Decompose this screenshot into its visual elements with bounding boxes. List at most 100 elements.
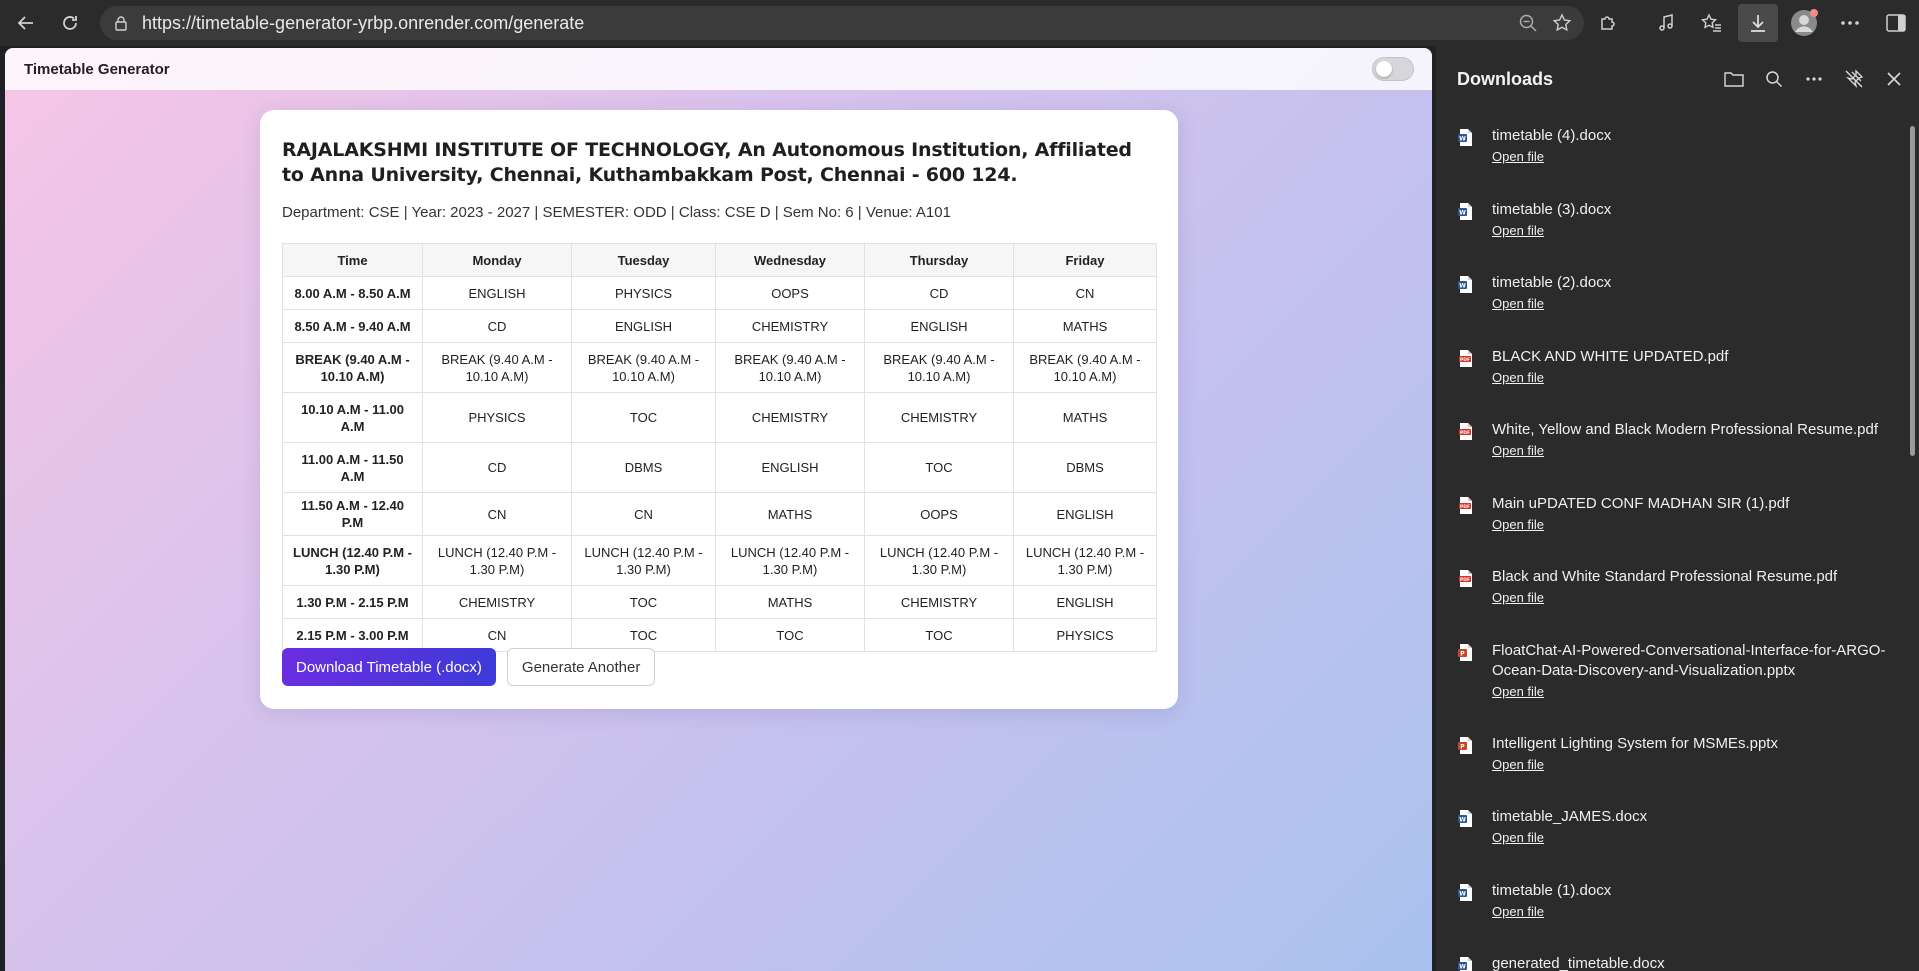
- table-cell: MATHS: [1013, 309, 1157, 343]
- close-downloads-button[interactable]: [1877, 62, 1911, 96]
- app-header: Timetable Generator: [5, 48, 1432, 90]
- download-file-name[interactable]: generated_timetable.docx: [1492, 954, 1906, 971]
- svg-text:PDF: PDF: [1460, 577, 1470, 583]
- download-icon: [1751, 15, 1765, 32]
- generate-another-button[interactable]: Generate Another: [506, 648, 656, 686]
- institution-title: RAJALAKSHMI INSTITUTE OF TECHNOLOGY, An …: [282, 139, 1132, 186]
- pdf-file-icon: PDF: [1459, 349, 1472, 367]
- open-file-link[interactable]: Open file: [1492, 590, 1544, 605]
- powerpoint-file-icon: P: [1458, 736, 1472, 754]
- zoom-out-icon[interactable]: [1518, 13, 1538, 33]
- time-cell: 11.00 A.M - 11.50 A.M: [282, 442, 423, 493]
- download-item[interactable]: Wgenerated_timetable.docxOpen file: [1436, 940, 1906, 971]
- table-cell: CN: [571, 492, 716, 536]
- downloads-more-button[interactable]: [1797, 62, 1831, 96]
- table-cell: ENGLISH: [422, 276, 572, 310]
- scrollbar-thumb[interactable]: [1910, 126, 1915, 456]
- table-cell: PHYSICS: [1013, 618, 1157, 652]
- table-row: 8.50 A.M - 9.40 A.M CD ENGLISH CHEMISTRY…: [282, 309, 1157, 343]
- download-file-name[interactable]: BLACK AND WHITE UPDATED.pdf: [1492, 347, 1906, 367]
- svg-text:W: W: [1459, 817, 1466, 824]
- search-downloads-button[interactable]: [1757, 62, 1791, 96]
- open-file-link[interactable]: Open file: [1492, 443, 1544, 458]
- download-item[interactable]: Wtimetable (4).docx Open file: [1436, 112, 1906, 186]
- open-file-link[interactable]: Open file: [1492, 757, 1544, 772]
- download-item[interactable]: PDF White, Yellow and Black Modern Profes…: [1436, 406, 1906, 480]
- time-cell: 2.15 P.M - 3.00 P.M: [282, 618, 423, 652]
- open-file-link[interactable]: Open file: [1492, 517, 1544, 532]
- address-bar[interactable]: https://timetable-generator-yrbp.onrende…: [100, 6, 1584, 40]
- svg-text:P: P: [1460, 743, 1465, 750]
- downloads-button[interactable]: [1738, 4, 1778, 42]
- favorite-star-icon[interactable]: [1552, 13, 1572, 33]
- favorites-button[interactable]: [1689, 0, 1735, 46]
- open-folder-button[interactable]: [1717, 62, 1751, 96]
- downloads-panel: Downloads Wtimetable (4).docx Open file Wt…: [1436, 46, 1919, 971]
- svg-text:W: W: [1459, 964, 1466, 971]
- open-file-link[interactable]: Open file: [1492, 149, 1544, 164]
- download-timetable-button[interactable]: Download Timetable (.docx): [282, 648, 496, 686]
- more-options-button[interactable]: [1827, 0, 1873, 46]
- download-item[interactable]: Wtimetable (3).docx Open file: [1436, 186, 1906, 260]
- open-file-link[interactable]: Open file: [1492, 370, 1544, 385]
- time-cell: LUNCH (12.40 P.M - 1.30 P.M): [282, 535, 423, 586]
- reload-button[interactable]: [48, 4, 92, 42]
- downloads-scrollbar[interactable]: [1909, 118, 1916, 918]
- download-item[interactable]: Wtimetable (1).docx Open file: [1436, 867, 1906, 941]
- back-button[interactable]: [4, 4, 48, 42]
- ellipsis-icon: [1806, 77, 1822, 81]
- table-header-row: Time Monday Tuesday Wednesday Thursday F…: [282, 243, 1157, 277]
- table-cell: ENGLISH: [1013, 492, 1157, 536]
- download-file-name[interactable]: Black and White Standard Professional Re…: [1492, 567, 1906, 587]
- download-item[interactable]: P FloatChat-AI-Powered-Conversational-Int…: [1436, 627, 1906, 720]
- download-item[interactable]: PDF Black and White Standard Professional…: [1436, 553, 1906, 627]
- table-row: BREAK (9.40 A.M - 10.10 A.M) BREAK (9.40…: [282, 342, 1157, 393]
- media-button[interactable]: [1643, 0, 1689, 46]
- download-file-name[interactable]: timetable_JAMES.docx: [1492, 807, 1906, 827]
- lock-icon: [115, 16, 127, 31]
- download-file-name[interactable]: Intelligent Lighting System for MSMEs.pp…: [1492, 734, 1906, 754]
- download-file-name[interactable]: timetable (4).docx: [1492, 126, 1906, 146]
- theme-toggle[interactable]: [1372, 57, 1414, 81]
- word-file-icon: W: [1458, 276, 1472, 293]
- sidebar-toggle-button[interactable]: [1873, 0, 1919, 46]
- open-file-link[interactable]: Open file: [1492, 830, 1544, 845]
- svg-text:P: P: [1460, 650, 1465, 657]
- table-row: 8.00 A.M - 8.50 A.M ENGLISH PHYSICS OOPS…: [282, 276, 1157, 310]
- table-row: 1.30 P.M - 2.15 P.M CHEMISTRY TOC MATHS …: [282, 585, 1157, 619]
- table-cell: ENGLISH: [1013, 585, 1157, 619]
- download-file-name[interactable]: White, Yellow and Black Modern Professio…: [1492, 420, 1906, 440]
- table-row: LUNCH (12.40 P.M - 1.30 P.M) LUNCH (12.4…: [282, 535, 1157, 586]
- time-cell: 1.30 P.M - 2.15 P.M: [282, 585, 423, 619]
- profile-button[interactable]: [1781, 0, 1827, 46]
- table-cell: BREAK (9.40 A.M - 10.10 A.M): [1013, 342, 1157, 393]
- table-cell: ENGLISH: [571, 309, 716, 343]
- open-file-link[interactable]: Open file: [1492, 684, 1544, 699]
- table-cell: OOPS: [864, 492, 1014, 536]
- open-file-link[interactable]: Open file: [1492, 296, 1544, 311]
- download-file-name[interactable]: FloatChat-AI-Powered-Conversational-Inte…: [1492, 641, 1906, 681]
- download-item[interactable]: PDF Main uPDATED CONF MADHAN SIR (1).pdf O…: [1436, 480, 1906, 554]
- table-cell: OOPS: [715, 276, 865, 310]
- svg-text:PDF: PDF: [1460, 356, 1470, 362]
- open-file-link[interactable]: Open file: [1492, 904, 1544, 919]
- table-cell: TOC: [571, 585, 716, 619]
- download-item[interactable]: P Intelligent Lighting System for MSMEs.p…: [1436, 720, 1906, 794]
- downloads-header: Downloads: [1436, 46, 1919, 112]
- extensions-button[interactable]: [1585, 0, 1631, 46]
- download-item[interactable]: Wtimetable_JAMES.docx Open file: [1436, 793, 1906, 867]
- url-text[interactable]: https://timetable-generator-yrbp.onrende…: [142, 13, 584, 34]
- close-icon: [1887, 72, 1901, 86]
- download-file-name[interactable]: timetable (2).docx: [1492, 273, 1906, 293]
- favorites-list-icon: [1701, 13, 1721, 32]
- table-cell: BREAK (9.40 A.M - 10.10 A.M): [422, 342, 572, 393]
- open-file-link[interactable]: Open file: [1492, 223, 1544, 238]
- download-file-name[interactable]: timetable (3).docx: [1492, 200, 1906, 220]
- download-file-name[interactable]: timetable (1).docx: [1492, 881, 1906, 901]
- table-cell: CHEMISTRY: [715, 309, 865, 343]
- download-item[interactable]: Wtimetable (2).docx Open file: [1436, 259, 1906, 333]
- pdf-file-icon: PDF: [1459, 570, 1472, 587]
- unpin-button[interactable]: [1837, 62, 1871, 96]
- download-file-name[interactable]: Main uPDATED CONF MADHAN SIR (1).pdf: [1492, 494, 1906, 514]
- download-item[interactable]: PDF BLACK AND WHITE UPDATED.pdf Open file: [1436, 333, 1906, 407]
